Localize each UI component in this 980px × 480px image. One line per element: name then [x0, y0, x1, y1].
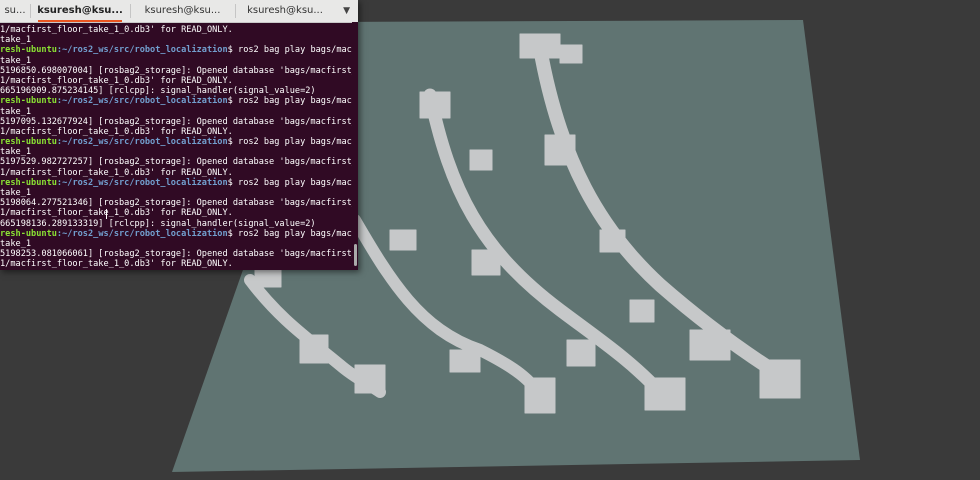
- terminal-line: resh-ubuntu:~/ros2_ws/src/robot_localiza…: [0, 178, 352, 188]
- prompt-path: :~/ros2_ws/src/robot_localization: [56, 45, 228, 56]
- room-block: [689, 329, 731, 361]
- terminal-line: 5196850.698007004] [rosbag2_storage]: Op…: [0, 66, 352, 76]
- prompt-host: resh-ubuntu: [0, 45, 57, 56]
- line-text: take_1: [0, 35, 32, 46]
- prompt-path: :~/ros2_ws/src/robot_localization: [56, 228, 228, 239]
- room-block: [599, 229, 626, 253]
- terminal-line: 1/macfirst_floor_take_1_0.db3' for READ_…: [0, 76, 352, 86]
- room-block: [354, 364, 386, 394]
- tab-label: ksuresh@ksu...: [247, 5, 323, 16]
- prompt-host: resh-ubuntu: [0, 96, 57, 107]
- terminal-line: 1/macfirst_floor_take_1_0.db3' for READ_…: [0, 25, 352, 35]
- tab-label: ksuresh@ksu...: [37, 5, 123, 16]
- line-text: $ ros2 bag play bags/macf: [227, 228, 352, 239]
- prompt-path: :~/ros2_ws/src/robot_localization: [56, 177, 228, 188]
- prompt-host: resh-ubuntu: [0, 177, 57, 188]
- text-cursor: [106, 209, 107, 219]
- terminal-line: 1/macfirst_floor_take_1_0.db3' for READ_…: [0, 208, 352, 218]
- terminal-line: take_1: [0, 107, 352, 117]
- terminal-line: 1/macfirst_floor_take_1_0.db3' for READ_…: [0, 127, 352, 137]
- room-block: [519, 33, 561, 59]
- line-text: 5196850.698007004] [rosbag2_storage]: Op…: [0, 65, 352, 76]
- line-text: $ ros2 bag play bags/macf: [227, 177, 352, 188]
- line-text: $ ros2 bag play bags/macf: [227, 96, 352, 107]
- prompt-host: resh-ubuntu: [0, 228, 57, 239]
- scrollbar-thumb[interactable]: [354, 244, 357, 266]
- line-text: $ ros2 bag play bags/macf: [227, 45, 352, 56]
- terminal-scrollbar[interactable]: [352, 22, 358, 270]
- terminal-tab[interactable]: su...: [0, 0, 30, 22]
- prompt-path: :~/ros2_ws/src/robot_localization: [56, 137, 228, 148]
- terminal-line: take_1: [0, 239, 352, 249]
- line-text: 1/macfirst_floor_take_1_0.db3' for READ_…: [0, 259, 233, 270]
- line-text: 665196909.875234145] [rclcpp]: signal_ha…: [0, 86, 316, 97]
- terminal-line: resh-ubuntu:~/ros2_ws/src/robot_localiza…: [0, 45, 352, 55]
- line-text: take_1: [0, 188, 32, 198]
- line-text: take_1: [0, 147, 32, 158]
- line-text: 1/macfirst_floor_take_1_0.db3' for READ_…: [0, 167, 233, 178]
- terminal-line: 1/macfirst_floor_take_1_0.db3' for READ_…: [0, 259, 352, 269]
- room-block: [419, 91, 451, 119]
- tab-label: ksuresh@ksu...: [144, 5, 221, 16]
- terminal-line: take_1: [0, 147, 352, 157]
- room-block: [389, 229, 417, 251]
- room-block: [524, 377, 556, 414]
- room-block: [469, 149, 493, 171]
- terminal-line: 665196909.875234145] [rclcpp]: signal_ha…: [0, 86, 352, 96]
- line-text: 1/macfirst_floor_take_1_0.db3' for READ_…: [0, 208, 233, 219]
- room-block: [544, 134, 576, 166]
- terminal-window[interactable]: su... ksuresh@ksu... ksuresh@ksu... ksur…: [0, 0, 358, 270]
- terminal-line: take_1: [0, 56, 352, 66]
- line-text: take_1: [0, 238, 32, 249]
- terminal-line: 1/macfirst_floor_take_1_0.db3' for READ_…: [0, 168, 352, 178]
- room-block: [566, 339, 596, 367]
- line-text: 1/macfirst_floor_take_1_0.db3' for READ_…: [0, 126, 233, 137]
- line-text: 665198136.289133319] [rclcpp]: signal_ha…: [0, 218, 316, 229]
- terminal-line: 5197095.132677924] [rosbag2_storage]: Op…: [0, 117, 352, 127]
- tab-label: su...: [4, 5, 26, 16]
- room-block: [759, 359, 801, 399]
- line-text: take_1: [0, 106, 32, 117]
- prompt-host: resh-ubuntu: [0, 137, 57, 148]
- room-block: [644, 377, 686, 411]
- terminal-line: 5198253.081066061] [rosbag2_storage]: Op…: [0, 249, 352, 259]
- terminal-line: 5197529.982727257] [rosbag2_storage]: Op…: [0, 157, 352, 167]
- line-text: 5198064.277521346] [rosbag2_storage]: Op…: [0, 198, 352, 209]
- line-text: $ ros2 bag play bags/macf: [227, 137, 352, 148]
- terminal-tab-active[interactable]: ksuresh@ksu...: [30, 0, 130, 22]
- line-text: 5198253.081066061] [rosbag2_storage]: Op…: [0, 249, 352, 260]
- line-text: 5197529.982727257] [rosbag2_storage]: Op…: [0, 157, 352, 168]
- terminal-line: resh-ubuntu:~/ros2_ws/src/robot_localiza…: [0, 96, 352, 106]
- terminal-tab[interactable]: ksuresh@ksu...: [235, 0, 335, 22]
- room-block: [299, 334, 329, 364]
- chevron-down-icon[interactable]: ▼: [343, 0, 350, 22]
- terminal-line: resh-ubuntu:~/ros2_ws/src/robot_localiza…: [0, 229, 352, 239]
- terminal-line: take_1: [0, 35, 352, 45]
- line-text: 1/macfirst_floor_take_1_0.db3' for READ_…: [0, 25, 233, 35]
- terminal-tab[interactable]: ksuresh@ksu...: [130, 0, 235, 22]
- terminal-output[interactable]: 1/macfirst_floor_take_1_0.db3' for READ_…: [0, 22, 352, 270]
- terminal-tab-bar: su... ksuresh@ksu... ksuresh@ksu... ksur…: [0, 0, 358, 23]
- line-text: 1/macfirst_floor_take_1_0.db3' for READ_…: [0, 75, 233, 86]
- room-block: [629, 299, 655, 323]
- line-text: 5197095.132677924] [rosbag2_storage]: Op…: [0, 116, 352, 127]
- prompt-path: :~/ros2_ws/src/robot_localization: [56, 96, 228, 107]
- line-text: take_1: [0, 55, 32, 66]
- room-block: [471, 249, 501, 276]
- terminal-line: take_1: [0, 188, 352, 198]
- terminal-line: 665198136.289133319] [rclcpp]: signal_ha…: [0, 219, 352, 229]
- terminal-line: resh-ubuntu:~/ros2_ws/src/robot_localiza…: [0, 137, 352, 147]
- room-block: [559, 44, 583, 64]
- terminal-line: 5198064.277521346] [rosbag2_storage]: Op…: [0, 198, 352, 208]
- room-block: [449, 349, 481, 373]
